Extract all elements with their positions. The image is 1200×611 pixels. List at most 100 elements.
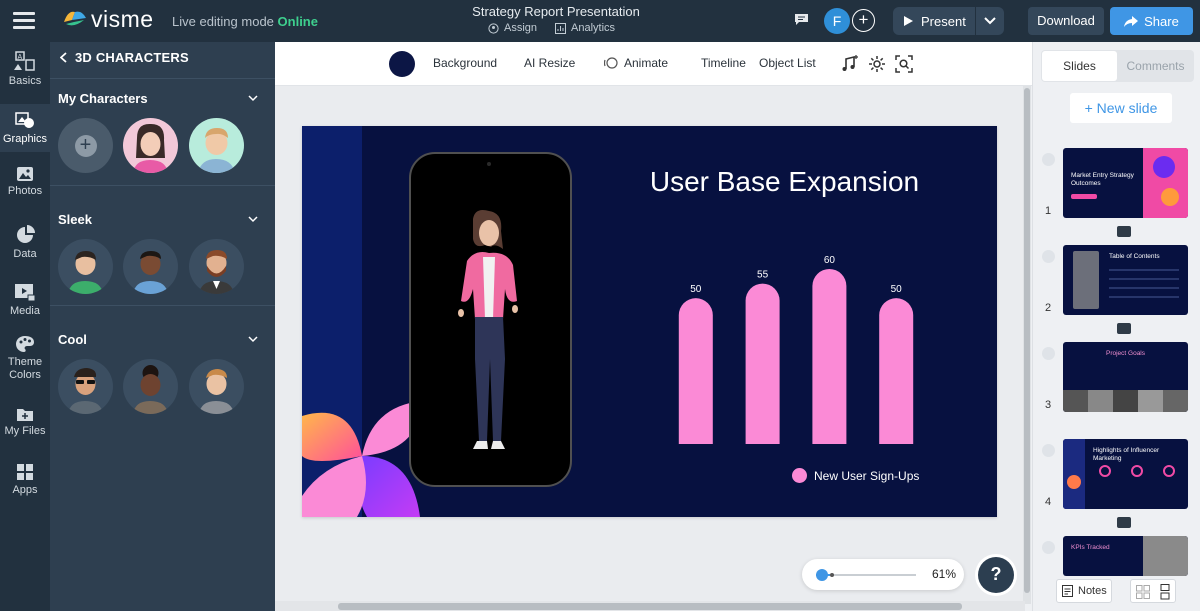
zoom-value[interactable]: 61% [932, 567, 956, 581]
rail-item-apps[interactable]: Apps [0, 463, 50, 503]
character-avatar[interactable] [58, 359, 113, 414]
section-sleek[interactable]: Sleek [58, 212, 92, 227]
rail-item-data[interactable]: Data [0, 225, 50, 265]
tab-comments[interactable]: Comments [1118, 51, 1193, 81]
add-collaborator-icon[interactable]: + [852, 9, 875, 32]
slide-select-radio[interactable] [1042, 153, 1055, 166]
thumb-decoration [1063, 439, 1085, 509]
animate-tool[interactable]: Animate [604, 56, 668, 70]
settings-gear-icon[interactable] [867, 54, 887, 74]
slide-thumbnail-5[interactable]: KPIs Tracked [1063, 536, 1188, 576]
share-arrow-icon [1124, 15, 1139, 27]
document-title[interactable]: Strategy Report Presentation [456, 4, 656, 19]
chart-bar[interactable] [812, 269, 847, 444]
present-button[interactable]: Present [893, 7, 975, 35]
bar-chart[interactable]: 50 55 60 50 [642, 226, 942, 451]
graphics-icon [15, 112, 34, 128]
present-options-dropdown[interactable] [976, 7, 1004, 35]
user-avatar[interactable]: F [824, 8, 850, 34]
slide-thumbnail-3[interactable]: Project Goals [1063, 342, 1188, 412]
section-my-characters[interactable]: My Characters [58, 91, 148, 106]
chevron-down-icon[interactable] [248, 334, 258, 344]
character-avatar[interactable] [58, 239, 113, 294]
help-button[interactable]: ? [978, 557, 1014, 593]
slide-number: 2 [1044, 302, 1052, 314]
character-avatar[interactable] [189, 118, 244, 173]
slide-select-radio[interactable] [1042, 444, 1055, 457]
svg-text:A: A [18, 54, 23, 61]
zoom-slider-handle[interactable] [816, 569, 828, 581]
visme-logo[interactable]: visme [62, 6, 154, 32]
legend-label[interactable]: New User Sign-Ups [814, 469, 919, 483]
slide-title[interactable]: User Base Expansion [622, 166, 947, 198]
slide-thumbnail-1[interactable]: Market Entry Strategy Outcomes [1063, 148, 1188, 218]
rail-item-basics[interactable]: A Basics [0, 48, 50, 98]
transition-icon[interactable] [1117, 517, 1131, 528]
rail-label-theme-colors: Theme Colors [7, 356, 43, 381]
ai-resize-tool[interactable]: AI Resize [524, 56, 575, 70]
analytics-link[interactable]: Analytics [555, 22, 615, 34]
top-bar: visme Live editing mode Online Strategy … [0, 0, 1200, 42]
horizontal-scrollbar[interactable] [275, 601, 1025, 611]
menu-icon[interactable] [13, 12, 35, 30]
ai-resize-label: AI Resize [524, 56, 576, 70]
chart-bar[interactable] [678, 298, 713, 444]
vertical-scrollbar[interactable] [1023, 86, 1031, 604]
music-icon[interactable] [839, 54, 859, 74]
slide-thumbnail-2[interactable]: Table of Contents [1063, 245, 1188, 315]
phone-mockup[interactable] [409, 152, 572, 487]
analytics-label: Analytics [571, 22, 616, 34]
character-avatar[interactable] [189, 359, 244, 414]
vertical-scroll-thumb[interactable] [1024, 88, 1030, 593]
panel-back-header[interactable]: 3D CHARACTERS [60, 50, 189, 65]
folder-icon [17, 409, 33, 421]
section-cool[interactable]: Cool [58, 332, 87, 347]
add-character-button[interactable]: + [58, 118, 113, 173]
rail-item-theme-colors[interactable]: Theme Colors [0, 335, 50, 389]
download-button[interactable]: Download [1028, 7, 1104, 35]
rail-item-graphics[interactable]: Graphics [0, 104, 50, 152]
panel-divider [50, 78, 275, 79]
3d-character-woman-icon[interactable] [445, 209, 535, 454]
chart-bar[interactable] [745, 283, 780, 444]
data-icon [17, 225, 35, 243]
rail-item-media[interactable]: Media [0, 283, 50, 323]
tab-slides[interactable]: Slides [1042, 51, 1117, 81]
slide-thumbnail-4[interactable]: Highlights of Influencer Marketing [1063, 439, 1188, 509]
chevron-down-icon[interactable] [248, 93, 258, 103]
horizontal-scroll-thumb[interactable] [338, 603, 962, 610]
slide-select-radio[interactable] [1042, 541, 1055, 554]
character-avatar[interactable] [189, 239, 244, 294]
assign-link[interactable]: Assign [488, 22, 537, 34]
chart-data-label: 50 [891, 284, 903, 295]
grid-view-icon[interactable] [1136, 585, 1150, 599]
list-view-icon[interactable] [1159, 584, 1171, 600]
search-frame-icon[interactable] [894, 54, 914, 74]
rail-item-photos[interactable]: Photos [0, 166, 50, 206]
rail-item-my-files[interactable]: My Files [0, 406, 50, 446]
panel-divider [50, 305, 275, 306]
rail-label-media: Media [10, 305, 40, 317]
notes-button[interactable]: Notes [1056, 579, 1112, 603]
transition-icon[interactable] [1117, 226, 1131, 237]
brand-name: visme [91, 6, 154, 32]
chart-bar[interactable] [879, 298, 914, 444]
view-toggle [1130, 579, 1176, 603]
object-list-tool[interactable]: Object List [759, 56, 816, 70]
share-button[interactable]: Share [1110, 7, 1193, 35]
rail-label-photos: Photos [7, 185, 43, 197]
chat-icon[interactable] [794, 13, 809, 26]
slide-select-radio[interactable] [1042, 250, 1055, 263]
character-avatar[interactable] [123, 359, 178, 414]
timeline-tool[interactable]: Timeline [701, 56, 746, 70]
chevron-down-icon[interactable] [248, 214, 258, 224]
thumb-decoration [1067, 475, 1081, 489]
new-slide-button[interactable]: + New slide [1070, 93, 1172, 123]
background-tool[interactable]: Background [433, 56, 497, 70]
slide-select-radio[interactable] [1042, 347, 1055, 360]
transition-icon[interactable] [1117, 323, 1131, 334]
slide-canvas[interactable]: User Base Expansion 50 55 60 50 New User Si… [302, 126, 997, 517]
character-avatar[interactable] [123, 239, 178, 294]
character-avatar[interactable] [123, 118, 178, 173]
background-color-swatch[interactable] [389, 51, 415, 77]
